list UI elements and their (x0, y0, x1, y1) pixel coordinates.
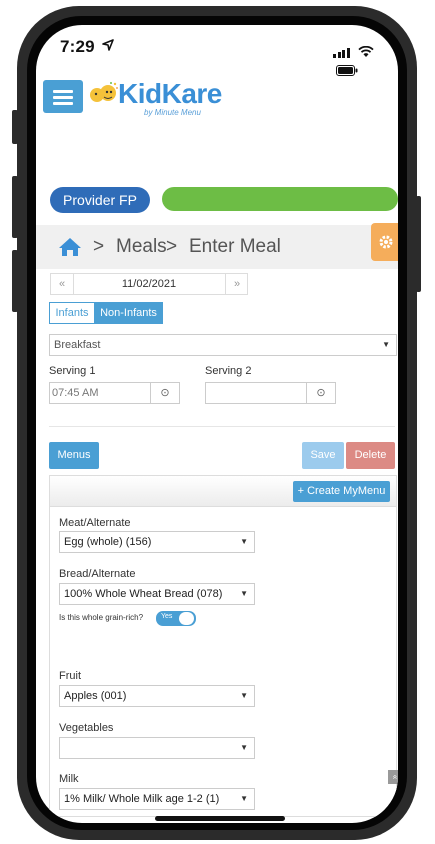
meat-value: Egg (whole) (156) (64, 536, 152, 548)
milk-label: Milk (59, 773, 79, 785)
panel-header: + Create MyMenu (50, 476, 396, 507)
breadcrumb-enter-meal: Enter Meal (189, 236, 281, 257)
home-indicator[interactable] (155, 816, 285, 821)
power-button (416, 196, 421, 292)
volume-down-button (12, 250, 18, 312)
create-mymenu-button[interactable]: + Create MyMenu (293, 481, 390, 502)
home-icon[interactable] (58, 237, 82, 257)
clock-icon[interactable]: ⊙ (306, 383, 335, 403)
next-date-button[interactable]: » (225, 274, 248, 294)
breadcrumb-separator: > (93, 236, 105, 257)
logo-subtitle: by Minute Menu (144, 108, 201, 117)
kidkare-logo-icon (90, 82, 118, 102)
toggle-knob (179, 612, 194, 625)
fruit-value: Apples (001) (64, 690, 127, 702)
divider (49, 426, 395, 427)
location-arrow-icon (101, 39, 114, 51)
chevron-down-icon: ▼ (240, 589, 248, 598)
mute-switch (12, 110, 18, 144)
battery-icon (336, 65, 358, 76)
meat-select[interactable]: Egg (whole) (156) ▼ (59, 531, 255, 553)
hamburger-menu-button[interactable] (43, 80, 83, 113)
provider-button[interactable]: Provider FP (50, 187, 150, 213)
date-input[interactable]: 11/02/2021 (73, 274, 225, 294)
volume-up-button (12, 176, 18, 238)
scroll-top-button[interactable]: » (388, 770, 398, 784)
chevron-down-icon: ▼ (240, 794, 248, 803)
status-time: 7:29 (60, 37, 114, 57)
breadcrumb-meals[interactable]: Meals (116, 225, 167, 269)
milk-select[interactable]: 1% Milk/ Whole Milk age 1-2 (1) ▼ (59, 788, 255, 810)
tab-infants[interactable]: Infants (49, 302, 95, 324)
bread-value: 100% Whole Wheat Bread (078) (64, 588, 223, 600)
fruit-select[interactable]: Apples (001) ▼ (59, 685, 255, 707)
serving1-time-input[interactable]: 07:45 AM ⊙ (49, 382, 180, 404)
serving2-time-input[interactable]: ⊙ (205, 382, 336, 404)
serving2-label: Serving 2 (205, 365, 252, 377)
vegetables-label: Vegetables (59, 722, 114, 734)
screen: 7:29 KidKare by Minute Menu Provider FP … (36, 25, 398, 823)
breadcrumb-separator: > (166, 236, 178, 257)
status-bar-green[interactable] (162, 187, 398, 211)
milk-value: 1% Milk/ Whole Milk age 1-2 (1) (64, 793, 220, 805)
menus-button[interactable]: Menus (49, 442, 99, 469)
prev-date-button[interactable]: « (51, 274, 74, 294)
settings-tab[interactable] (371, 223, 398, 261)
bread-select[interactable]: 100% Whole Wheat Bread (078) ▼ (59, 583, 255, 605)
date-picker: « 11/02/2021 » (50, 273, 248, 295)
chevron-down-icon: ▼ (240, 691, 248, 700)
chevron-down-icon: ▼ (240, 743, 248, 752)
toggle-label: Yes (161, 613, 173, 620)
meal-type-value: Breakfast (54, 339, 101, 351)
breadcrumb: > Meals > Enter Meal (36, 225, 398, 269)
vegetables-select[interactable]: ▼ (59, 737, 255, 759)
serving1-time-value: 07:45 AM (52, 387, 99, 399)
tab-non-infants[interactable]: Non-Infants (94, 302, 163, 324)
wifi-icon (358, 45, 375, 57)
delete-button[interactable]: Delete (346, 442, 395, 469)
status-icons (333, 40, 393, 76)
gear-icon (379, 235, 393, 249)
save-button[interactable]: Save (302, 442, 344, 469)
chevron-down-icon: ▼ (382, 340, 390, 349)
whole-grain-toggle[interactable]: Yes (156, 611, 196, 626)
meal-type-select[interactable]: Breakfast ▼ (49, 334, 397, 356)
meat-label: Meat/Alternate (59, 517, 131, 529)
serving1-label: Serving 1 (49, 365, 96, 377)
fruit-label: Fruit (59, 670, 81, 682)
signal-icon (333, 40, 351, 58)
clock-icon[interactable]: ⊙ (150, 383, 179, 403)
chevron-down-icon: ▼ (240, 537, 248, 546)
grain-question: Is this whole grain-rich? (59, 613, 144, 622)
logo-text: KidKare (118, 78, 222, 109)
meal-components-panel: + Create MyMenu Meat/Alternate Egg (whol… (49, 475, 397, 817)
bread-label: Bread/Alternate (59, 568, 136, 580)
